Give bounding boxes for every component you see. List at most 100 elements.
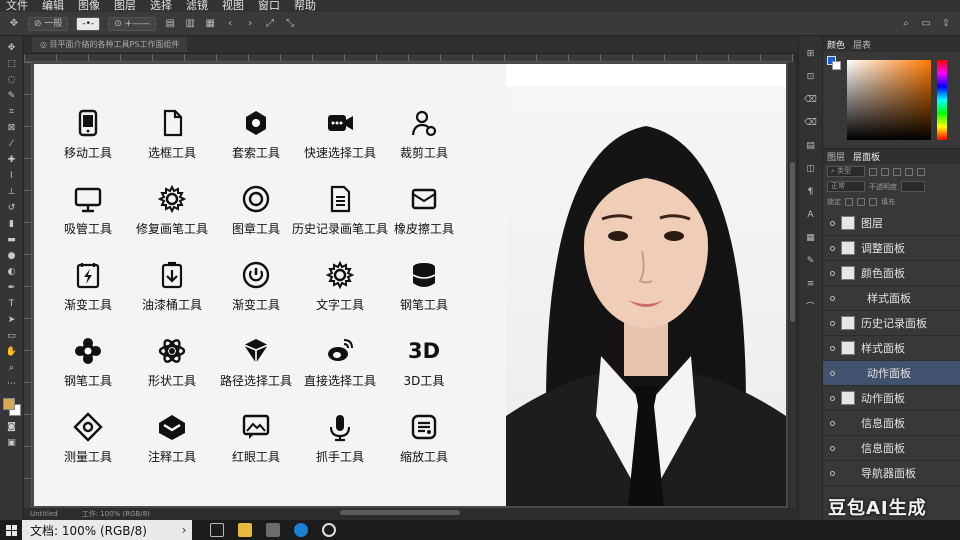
- layers-panel-icon[interactable]: ⊡: [804, 71, 818, 82]
- task-view-icon[interactable]: [210, 523, 224, 537]
- lock-pixels-icon[interactable]: [845, 197, 853, 206]
- chevron-right-icon[interactable]: ›: [176, 523, 192, 537]
- layer-row[interactable]: 样式面板: [823, 286, 960, 311]
- menu-item[interactable]: 编辑: [42, 0, 64, 12]
- layer-row[interactable]: 颜色面板: [823, 261, 960, 286]
- lock-position-icon[interactable]: [857, 197, 865, 206]
- menu-item[interactable]: 帮助: [294, 0, 316, 12]
- layer-row[interactable]: 信息面板: [823, 436, 960, 461]
- arrow-left-icon[interactable]: ‹: [224, 18, 236, 30]
- history-panel-icon[interactable]: ⊞: [804, 48, 818, 59]
- brushes-icon[interactable]: ✎: [804, 255, 818, 266]
- share-icon[interactable]: ⇪: [940, 18, 952, 30]
- filter-smart-icon[interactable]: [917, 167, 925, 176]
- frame-tool-icon[interactable]: ⊠: [5, 122, 19, 133]
- marquee-tool-icon[interactable]: ⬚: [5, 58, 19, 69]
- eyedropper-icon[interactable]: ⁄: [5, 138, 19, 149]
- eye-icon[interactable]: [823, 220, 841, 226]
- hand-tool-icon[interactable]: ✋: [5, 346, 19, 357]
- quick-mask-icon[interactable]: ◙: [5, 421, 19, 432]
- eye-icon[interactable]: [823, 470, 841, 476]
- eye-icon[interactable]: [823, 270, 841, 276]
- filter-type-icon[interactable]: [893, 167, 901, 176]
- quick-select-icon[interactable]: ✎: [5, 90, 19, 101]
- taskbar-search[interactable]: 文档: 100% (RGB/8) ›: [22, 520, 192, 540]
- stamp-tool-icon[interactable]: ⊥: [5, 186, 19, 197]
- store-icon[interactable]: [266, 523, 280, 537]
- filter-pixel-icon[interactable]: [869, 167, 877, 176]
- menu-item[interactable]: 文件: [6, 0, 28, 12]
- tab-color[interactable]: 颜色: [827, 38, 845, 51]
- document-canvas[interactable]: 移动工具 选框工具 套索工具 快速选择工具 裁剪工具 吸管工具 修复画笔工具 图章工具 历史记录…: [34, 64, 786, 506]
- document-tab[interactable]: ◎ 目平面介絡的各种工具PS工作面组件: [32, 37, 188, 52]
- color-swatch-pair[interactable]: [827, 56, 841, 70]
- workspace-icon[interactable]: ▭: [920, 18, 932, 30]
- tool-preset-picker[interactable]: ⊘ 一般: [28, 16, 69, 31]
- eye-icon[interactable]: [823, 420, 841, 426]
- eye-icon[interactable]: [823, 245, 841, 251]
- paths-icon[interactable]: ⌒: [804, 301, 818, 313]
- arrow-right-icon[interactable]: ›: [244, 18, 256, 30]
- blur-icon[interactable]: ●: [5, 250, 19, 261]
- eye-icon[interactable]: [823, 295, 841, 301]
- horizontal-scrollbar[interactable]: [340, 510, 460, 515]
- scrollbar-thumb[interactable]: [790, 162, 795, 322]
- menu-item[interactable]: 滤镜: [186, 0, 208, 12]
- color-swatches[interactable]: [2, 398, 21, 416]
- gradient-icon[interactable]: ▬: [5, 234, 19, 245]
- layer-row[interactable]: 动作面板: [823, 361, 960, 386]
- history-brush-icon[interactable]: ↺: [5, 202, 19, 213]
- move-tool-icon[interactable]: ✥: [5, 42, 19, 53]
- screen-mode-icon[interactable]: ▣: [5, 437, 19, 448]
- windows-start-icon[interactable]: [0, 520, 22, 540]
- lock-all-icon[interactable]: [869, 197, 877, 206]
- vertical-scrollbar[interactable]: [789, 62, 796, 508]
- obs-icon[interactable]: [322, 523, 336, 537]
- move-tool-icon[interactable]: ✥: [8, 18, 20, 30]
- hue-slider[interactable]: [937, 60, 947, 140]
- brush-tool-icon[interactable]: ⌇: [5, 170, 19, 181]
- path-select-icon[interactable]: ➤: [5, 314, 19, 325]
- layer-row[interactable]: 样式面板: [823, 336, 960, 361]
- foreground-color-swatch[interactable]: [2, 398, 15, 410]
- opacity-field[interactable]: [901, 181, 925, 192]
- file-explorer-icon[interactable]: [238, 523, 252, 537]
- layer-row[interactable]: 调整面板: [823, 236, 960, 261]
- search-icon[interactable]: ⌕: [900, 18, 912, 30]
- channels-icon[interactable]: ≡: [804, 278, 818, 289]
- tab-layers[interactable]: 图层: [827, 150, 845, 163]
- more-tools-icon[interactable]: ⋯: [5, 378, 19, 389]
- eraser-icon[interactable]: ▮: [5, 218, 19, 229]
- tab-layer-panel[interactable]: 层面板: [853, 150, 880, 163]
- menu-item[interactable]: 视图: [222, 0, 244, 12]
- saturation-picker[interactable]: [847, 60, 931, 140]
- eye-icon[interactable]: [823, 320, 841, 326]
- layer-row[interactable]: 图层: [823, 211, 960, 236]
- adjustments-icon[interactable]: ◫: [804, 163, 818, 174]
- edge-browser-icon[interactable]: [294, 523, 308, 537]
- menu-item[interactable]: 图像: [78, 0, 100, 12]
- trash-icon[interactable]: ⌫: [804, 117, 818, 128]
- transform-icon[interactable]: ⤢: [264, 18, 276, 30]
- menu-item[interactable]: 选择: [150, 0, 172, 12]
- tab-swatches[interactable]: 层表: [853, 38, 871, 51]
- filter-adjust-icon[interactable]: [881, 167, 889, 176]
- type-tool-icon[interactable]: T: [5, 298, 19, 309]
- delete-icon[interactable]: ▦: [204, 18, 216, 30]
- align-left-icon[interactable]: ▤: [164, 18, 176, 30]
- swatches-icon[interactable]: ▦: [804, 232, 818, 243]
- shape-tool-icon[interactable]: ▭: [5, 330, 19, 341]
- canvas-area[interactable]: 移动工具 选框工具 套索工具 快速选择工具 裁剪工具 吸管工具 修复画笔工具 图章工具 历史记录…: [32, 62, 788, 508]
- layer-row[interactable]: 导航器面板: [823, 461, 960, 486]
- eye-icon[interactable]: [823, 370, 841, 376]
- layer-row[interactable]: 信息面板: [823, 411, 960, 436]
- mode-picker[interactable]: ⊙ +——: [108, 16, 157, 31]
- pen-tool-icon[interactable]: ✒: [5, 282, 19, 293]
- eye-icon[interactable]: [823, 445, 841, 451]
- eye-icon[interactable]: [823, 395, 841, 401]
- layer-row[interactable]: 动作面板: [823, 386, 960, 411]
- layer-row[interactable]: 历史记录面板: [823, 311, 960, 336]
- dodge-icon[interactable]: ◐: [5, 266, 19, 277]
- resize-icon[interactable]: ⤡: [284, 18, 296, 30]
- filter-shape-icon[interactable]: [905, 167, 913, 176]
